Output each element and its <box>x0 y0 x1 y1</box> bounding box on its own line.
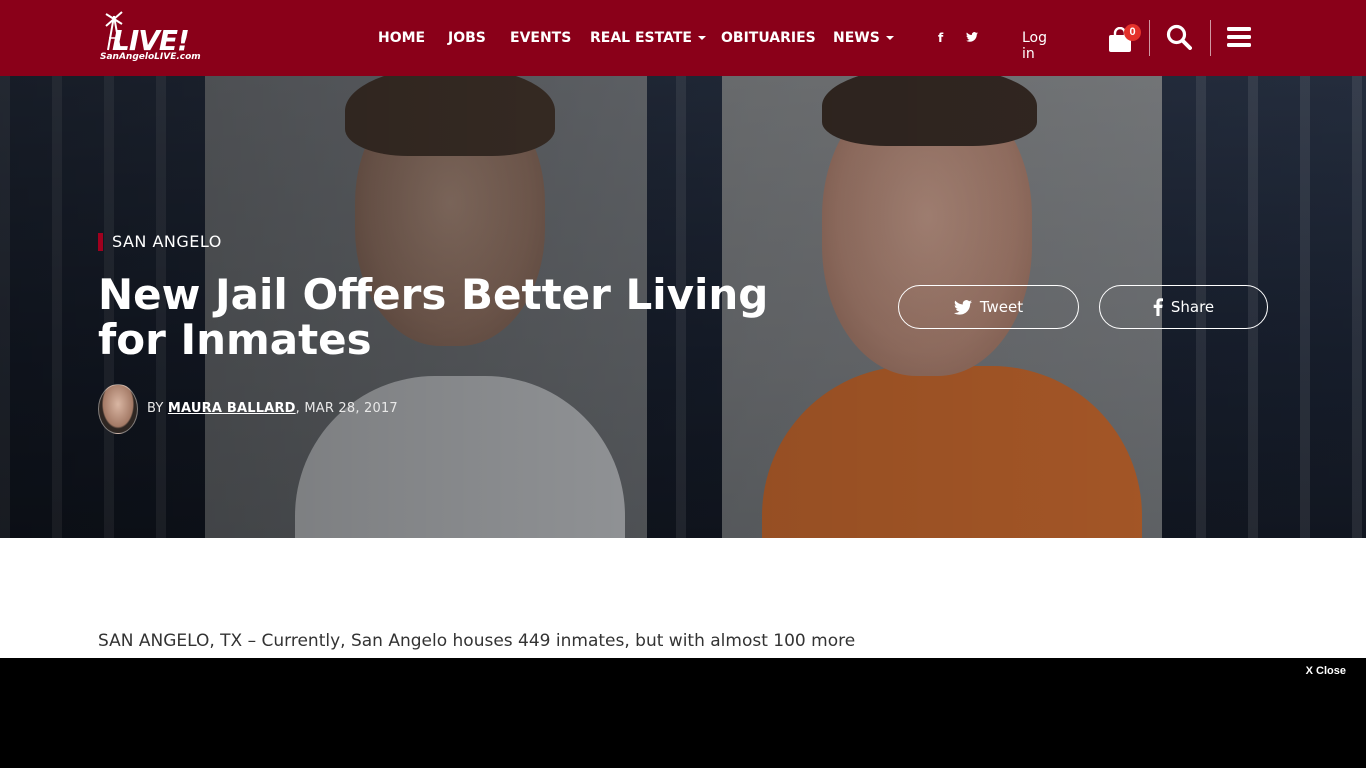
sticky-ad-overlay: X Close <box>0 658 1366 768</box>
share-label: Share <box>1170 298 1215 316</box>
header-divider <box>1210 20 1211 56</box>
login-link[interactable]: Log in <box>1022 30 1047 62</box>
nav-label: JOBS <box>448 30 486 46</box>
facebook-icon[interactable]: f <box>938 31 943 45</box>
nav-item-home[interactable]: HOME <box>378 30 425 48</box>
author-link[interactable]: MAURA BALLARD <box>168 401 296 416</box>
hamburger-menu-button[interactable] <box>1227 26 1253 50</box>
article-date: , MAR 28, 2017 <box>295 401 398 416</box>
nav-item-jobs[interactable]: JOBS <box>448 30 486 48</box>
twitter-icon <box>953 299 972 315</box>
tweet-button[interactable]: Tweet <box>898 285 1079 329</box>
hamburger-icon <box>1227 27 1251 47</box>
facebook-share-button[interactable]: Share <box>1099 285 1268 329</box>
site-header: LIVE! SanAngeloLIVE.com HOME JOBS EVENTS… <box>0 0 1366 76</box>
tweet-label: Tweet <box>979 298 1024 316</box>
caret-down-icon <box>885 36 894 40</box>
byline-text: BY MAURA BALLARD, MAR 28, 2017 <box>147 401 398 416</box>
caret-down-icon <box>697 36 706 40</box>
nav-label: EVENTS <box>510 30 572 46</box>
logo-subtext: SanAngeloLIVE.com <box>100 52 201 62</box>
article-body-paragraph: SAN ANGELO, TX – Currently, San Angelo h… <box>98 631 856 651</box>
byline-prefix: BY <box>147 401 168 416</box>
article-hero: SAN ANGELO New Jail Offers Better Living… <box>0 76 1366 538</box>
search-icon <box>1166 24 1192 50</box>
ad-close-button[interactable]: X Close <box>1306 665 1346 677</box>
author-avatar[interactable] <box>98 384 138 434</box>
search-button[interactable] <box>1166 24 1194 52</box>
article-title: New Jail Offers Better Living for Inmate… <box>98 270 769 364</box>
twitter-icon[interactable] <box>966 31 978 45</box>
site-logo[interactable]: LIVE! SanAngeloLIVE.com <box>98 10 201 68</box>
article-category[interactable]: SAN ANGELO <box>98 233 222 251</box>
nav-label: OBITUARIES <box>721 30 816 46</box>
nav-label: REAL ESTATE <box>590 30 692 46</box>
nav-item-obituaries[interactable]: OBITUARIES <box>721 30 816 48</box>
nav-label: HOME <box>378 30 426 46</box>
nav-label: NEWS <box>833 30 880 46</box>
header-divider <box>1149 20 1150 56</box>
cart-count-badge: 0 <box>1124 24 1141 41</box>
facebook-icon <box>1153 298 1163 316</box>
nav-item-real-estate[interactable]: REAL ESTATE <box>590 30 706 48</box>
nav-item-news[interactable]: NEWS <box>833 30 894 48</box>
cart-button[interactable]: 0 <box>1108 24 1142 54</box>
nav-item-events[interactable]: EVENTS <box>510 30 571 48</box>
